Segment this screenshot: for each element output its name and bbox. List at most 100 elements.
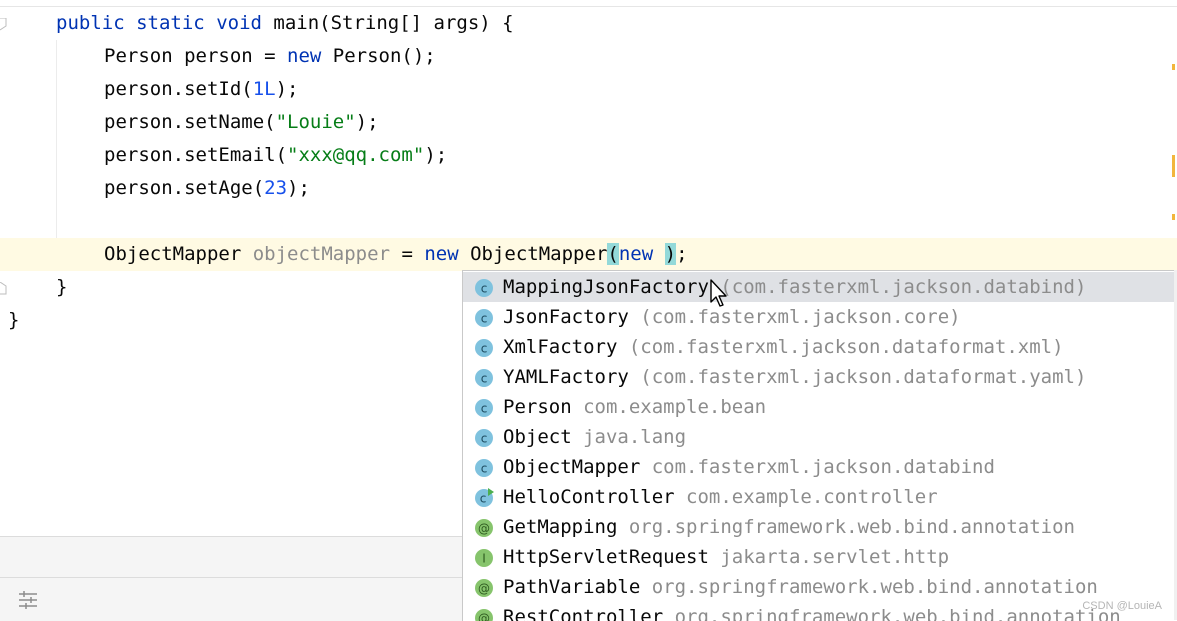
- completion-item-name: Person: [503, 396, 572, 418]
- class-icon: c: [474, 277, 494, 297]
- class-icon: c: [474, 337, 494, 357]
- number-literal: 23: [264, 177, 287, 199]
- annotation-icon: @: [474, 517, 494, 537]
- completion-item-name: ObjectMapper: [503, 456, 640, 478]
- completion-item[interactable]: @ GetMapping org.springframework.web.bind…: [463, 512, 1175, 542]
- bottom-tool-panel: [0, 536, 462, 577]
- completion-item[interactable]: c YAMLFactory (com.fasterxml.jackson.data…: [463, 362, 1175, 392]
- svg-text:c: c: [480, 492, 487, 506]
- mouse-cursor-icon: [709, 278, 731, 308]
- completion-item-package: com.fasterxml.jackson.databind: [640, 456, 995, 478]
- svg-text:c: c: [481, 342, 488, 356]
- svg-text:c: c: [481, 432, 488, 446]
- completion-item[interactable]: c Object java.lang: [463, 422, 1175, 452]
- completion-item-name: PathVariable: [503, 576, 640, 598]
- completion-item[interactable]: c ObjectMapper com.fasterxml.jackson.data…: [463, 452, 1175, 482]
- class-icon: c: [474, 427, 494, 447]
- code-text: Person();: [321, 45, 435, 67]
- completion-item-package: (com.fasterxml.jackson.dataformat.xml): [617, 336, 1063, 358]
- completion-item-text: JsonFactory (com.fasterxml.jackson.core): [503, 302, 961, 332]
- settings-lines-icon[interactable]: [18, 591, 38, 613]
- code-line[interactable]: public static void main(String[] args) {: [0, 7, 1177, 40]
- matched-paren-open: (: [607, 243, 618, 265]
- code-text: Person person =: [104, 45, 287, 67]
- completion-item-package: java.lang: [572, 426, 686, 448]
- code-text: );: [287, 177, 310, 199]
- code-text: ObjectMapper: [459, 243, 608, 265]
- completion-item-package: org.springframework.web.bind.annotation: [617, 516, 1075, 538]
- completion-item-text: Object java.lang: [503, 422, 686, 452]
- svg-text:@: @: [478, 582, 490, 596]
- warning-stripe-marker[interactable]: [1172, 214, 1175, 220]
- code-text: );: [276, 78, 299, 100]
- completion-item-text: MappingJsonFactory (com.fasterxml.jackso…: [503, 272, 1086, 302]
- editor-top-border: [0, 0, 1177, 7]
- completion-item[interactable]: @ PathVariable org.springframework.web.bi…: [463, 572, 1175, 602]
- completion-item-name: MappingJsonFactory: [503, 276, 709, 298]
- code-text: );: [356, 111, 379, 133]
- completion-item[interactable]: @ RestController org.springframework.web.…: [463, 602, 1175, 621]
- completion-item-package: (com.fasterxml.jackson.dataformat.yaml): [629, 366, 1087, 388]
- completion-item-text: Person com.example.bean: [503, 392, 766, 422]
- matched-paren-close: ): [665, 243, 676, 265]
- completion-item[interactable]: c XmlFactory (com.fasterxml.jackson.dataf…: [463, 332, 1175, 362]
- completion-item-text: HttpServletRequest jakarta.servlet.http: [503, 542, 949, 572]
- completion-item[interactable]: I HttpServletRequest jakarta.servlet.http: [463, 542, 1175, 572]
- completion-item-text: YAMLFactory (com.fasterxml.jackson.dataf…: [503, 362, 1086, 392]
- bottom-status-panel: [0, 577, 462, 621]
- completion-item-name: XmlFactory: [503, 336, 617, 358]
- svg-text:I: I: [482, 552, 486, 566]
- watermark: CSDN @LouieA: [1082, 600, 1162, 612]
- completion-item-text: PathVariable org.springframework.web.bin…: [503, 572, 1098, 602]
- completion-item-selected[interactable]: c MappingJsonFactory (com.fasterxml.jacks…: [463, 272, 1175, 302]
- completion-item-package: com.example.controller: [675, 486, 938, 508]
- interface-icon: I: [474, 547, 494, 567]
- completion-item-text: GetMapping org.springframework.web.bind.…: [503, 512, 1075, 542]
- code-text: ;: [676, 243, 687, 265]
- class-icon: c: [474, 307, 494, 327]
- keyword: new: [424, 243, 458, 265]
- completion-item-package: org.springframework.web.bind.annotation: [640, 576, 1098, 598]
- completion-popup[interactable]: c MappingJsonFactory (com.fasterxml.jacks…: [462, 270, 1175, 621]
- closing-brace: }: [8, 304, 19, 337]
- completion-item-name: JsonFactory: [503, 306, 629, 328]
- type-name: ObjectMapper: [104, 243, 241, 265]
- completion-item-name: Object: [503, 426, 572, 448]
- svg-text:c: c: [481, 462, 488, 476]
- keyword: new: [619, 243, 653, 265]
- completion-item-package: (com.fasterxml.jackson.core): [629, 306, 961, 328]
- completion-item-text: ObjectMapper com.fasterxml.jackson.datab…: [503, 452, 995, 482]
- code-line[interactable]: person.setEmail("xxx@qq.com");: [0, 139, 1177, 172]
- completion-item-text: RestController org.springframework.web.b…: [503, 602, 1121, 621]
- keyword: void: [216, 12, 262, 34]
- svg-text:@: @: [478, 522, 490, 536]
- keyword: static: [136, 12, 205, 34]
- completion-item[interactable]: c Person com.example.bean: [463, 392, 1175, 422]
- completion-item-text: HelloController com.example.controller: [503, 482, 938, 512]
- class-icon: c: [474, 367, 494, 387]
- annotation-icon: @: [474, 607, 494, 621]
- code-text: person.setAge(: [104, 177, 264, 199]
- completion-item-text: XmlFactory (com.fasterxml.jackson.datafo…: [503, 332, 1064, 362]
- completion-item-package: (com.fasterxml.jackson.databind): [709, 276, 1087, 298]
- completion-item-name: HttpServletRequest: [503, 546, 709, 568]
- code-text: =: [390, 243, 424, 265]
- completion-item-name: RestController: [503, 606, 663, 621]
- completion-item[interactable]: c JsonFactory (com.fasterxml.jackson.core…: [463, 302, 1175, 332]
- svg-text:c: c: [481, 312, 488, 326]
- number-literal: 1L: [253, 78, 276, 100]
- class-icon: c: [474, 397, 494, 417]
- completion-item[interactable]: c HelloController com.example.controller: [463, 482, 1175, 512]
- svg-text:c: c: [481, 372, 488, 386]
- completion-item-package: jakarta.servlet.http: [709, 546, 949, 568]
- completion-item-name: GetMapping: [503, 516, 617, 538]
- code-line[interactable]: person.setAge(23);: [0, 172, 1177, 205]
- code-line[interactable]: person.setId(1L);: [0, 73, 1177, 106]
- completion-item-name: HelloController: [503, 486, 675, 508]
- code-line[interactable]: Person person = new Person();: [0, 40, 1177, 73]
- class-icon: c: [474, 457, 494, 477]
- annotation-icon: @: [474, 577, 494, 597]
- current-code-line[interactable]: ObjectMapper objectMapper = new ObjectMa…: [0, 238, 1177, 271]
- code-line[interactable]: person.setName("Louie");: [0, 106, 1177, 139]
- svg-text:c: c: [481, 282, 488, 296]
